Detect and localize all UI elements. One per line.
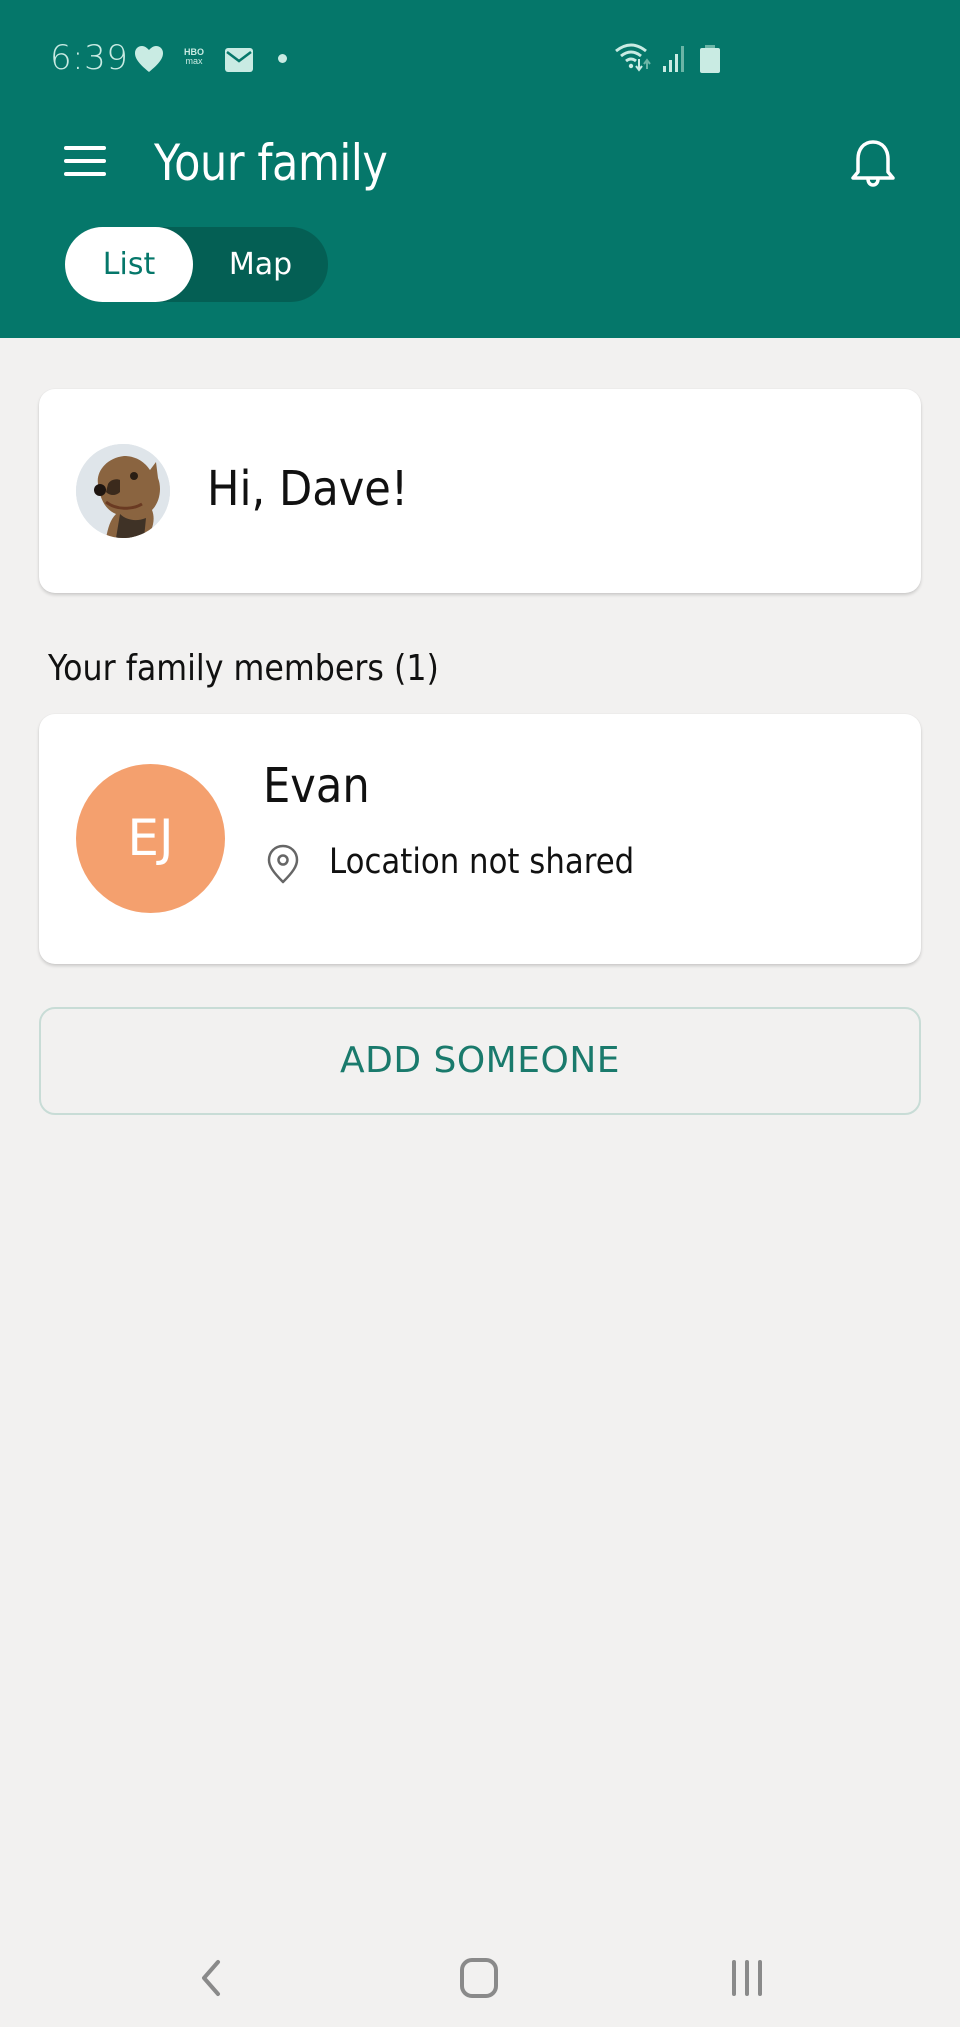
- system-nav-bar: [0, 1920, 960, 2027]
- profile-photo-dog: [76, 444, 170, 538]
- status-time: 6:39: [50, 38, 129, 78]
- bell-icon[interactable]: [848, 138, 898, 192]
- location-pin-icon: [267, 844, 299, 884]
- signal-icon: [663, 46, 684, 72]
- family-members-heading: Your family members (1): [48, 648, 439, 689]
- home-icon[interactable]: [450, 1948, 510, 2008]
- back-icon[interactable]: [182, 1948, 242, 2008]
- page-title: Your family: [154, 134, 388, 192]
- member-avatar: EJ: [76, 764, 225, 913]
- wifi-icon: [615, 43, 651, 72]
- member-card[interactable]: EJ Evan Location not shared: [39, 714, 921, 964]
- member-name: Evan: [263, 758, 370, 814]
- location-status: Location not shared: [329, 842, 635, 882]
- hamburger-menu-icon[interactable]: [64, 146, 108, 180]
- app-header: 6:39 HBO max Your family List Map: [0, 0, 960, 338]
- view-toggle: List Map: [65, 227, 328, 302]
- greeting-card: Hi, Dave!: [39, 389, 921, 593]
- battery-icon: [700, 45, 720, 73]
- add-someone-button[interactable]: ADD SOMEONE: [39, 1007, 921, 1115]
- avatar[interactable]: [76, 444, 170, 538]
- heart-icon: [135, 46, 163, 72]
- dot-icon: [278, 54, 287, 63]
- tab-list[interactable]: List: [65, 227, 193, 302]
- recents-icon[interactable]: [718, 1948, 778, 2008]
- tab-map[interactable]: Map: [193, 227, 328, 302]
- status-bar: 6:39 HBO max: [0, 0, 960, 118]
- greeting-text: Hi, Dave!: [207, 461, 409, 517]
- mail-icon: [225, 48, 253, 72]
- hbo-max-icon: HBO max: [184, 47, 204, 66]
